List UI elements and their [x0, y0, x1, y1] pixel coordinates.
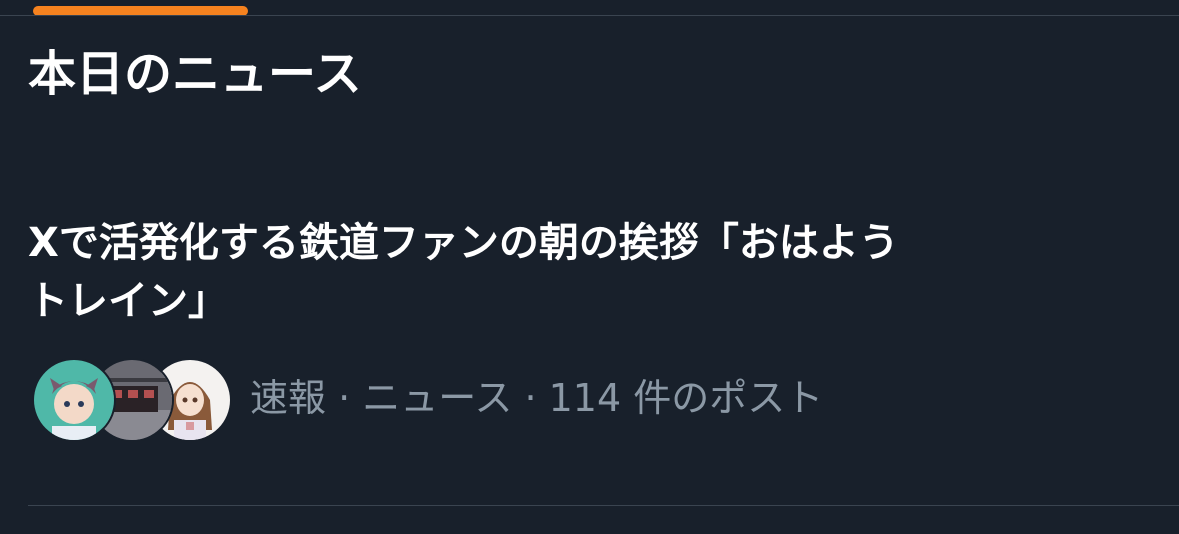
news-category: 速報: [250, 376, 327, 420]
top-divider: [0, 15, 1179, 16]
news-meta-row: 速報 · ニュース · 114 件のポスト: [32, 358, 1132, 442]
news-subcategory: ニュース: [362, 376, 513, 420]
news-item[interactable]: Xで活発化する鉄道ファンの朝の挨拶「おはよう トレイン」 速報 · ニュース ·…: [0, 200, 1179, 510]
section-title: 本日のニュース: [28, 46, 362, 102]
avatar-stack: [32, 358, 232, 442]
meta-separator: ·: [326, 376, 363, 420]
headline-line-2: トレイン」: [28, 278, 228, 324]
news-meta-text: 速報 · ニュース · 114 件のポスト: [250, 374, 823, 422]
bottom-divider: [28, 505, 1179, 506]
post-count: 114 件のポスト: [548, 376, 824, 420]
avatar-anime-character[interactable]: [32, 358, 116, 442]
meta-separator: ·: [512, 376, 549, 420]
headline-line-1: Xで活発化する鉄道ファンの朝の挨拶「おはよう: [28, 220, 899, 266]
news-headline[interactable]: Xで活発化する鉄道ファンの朝の挨拶「おはよう トレイン」: [28, 214, 1128, 330]
